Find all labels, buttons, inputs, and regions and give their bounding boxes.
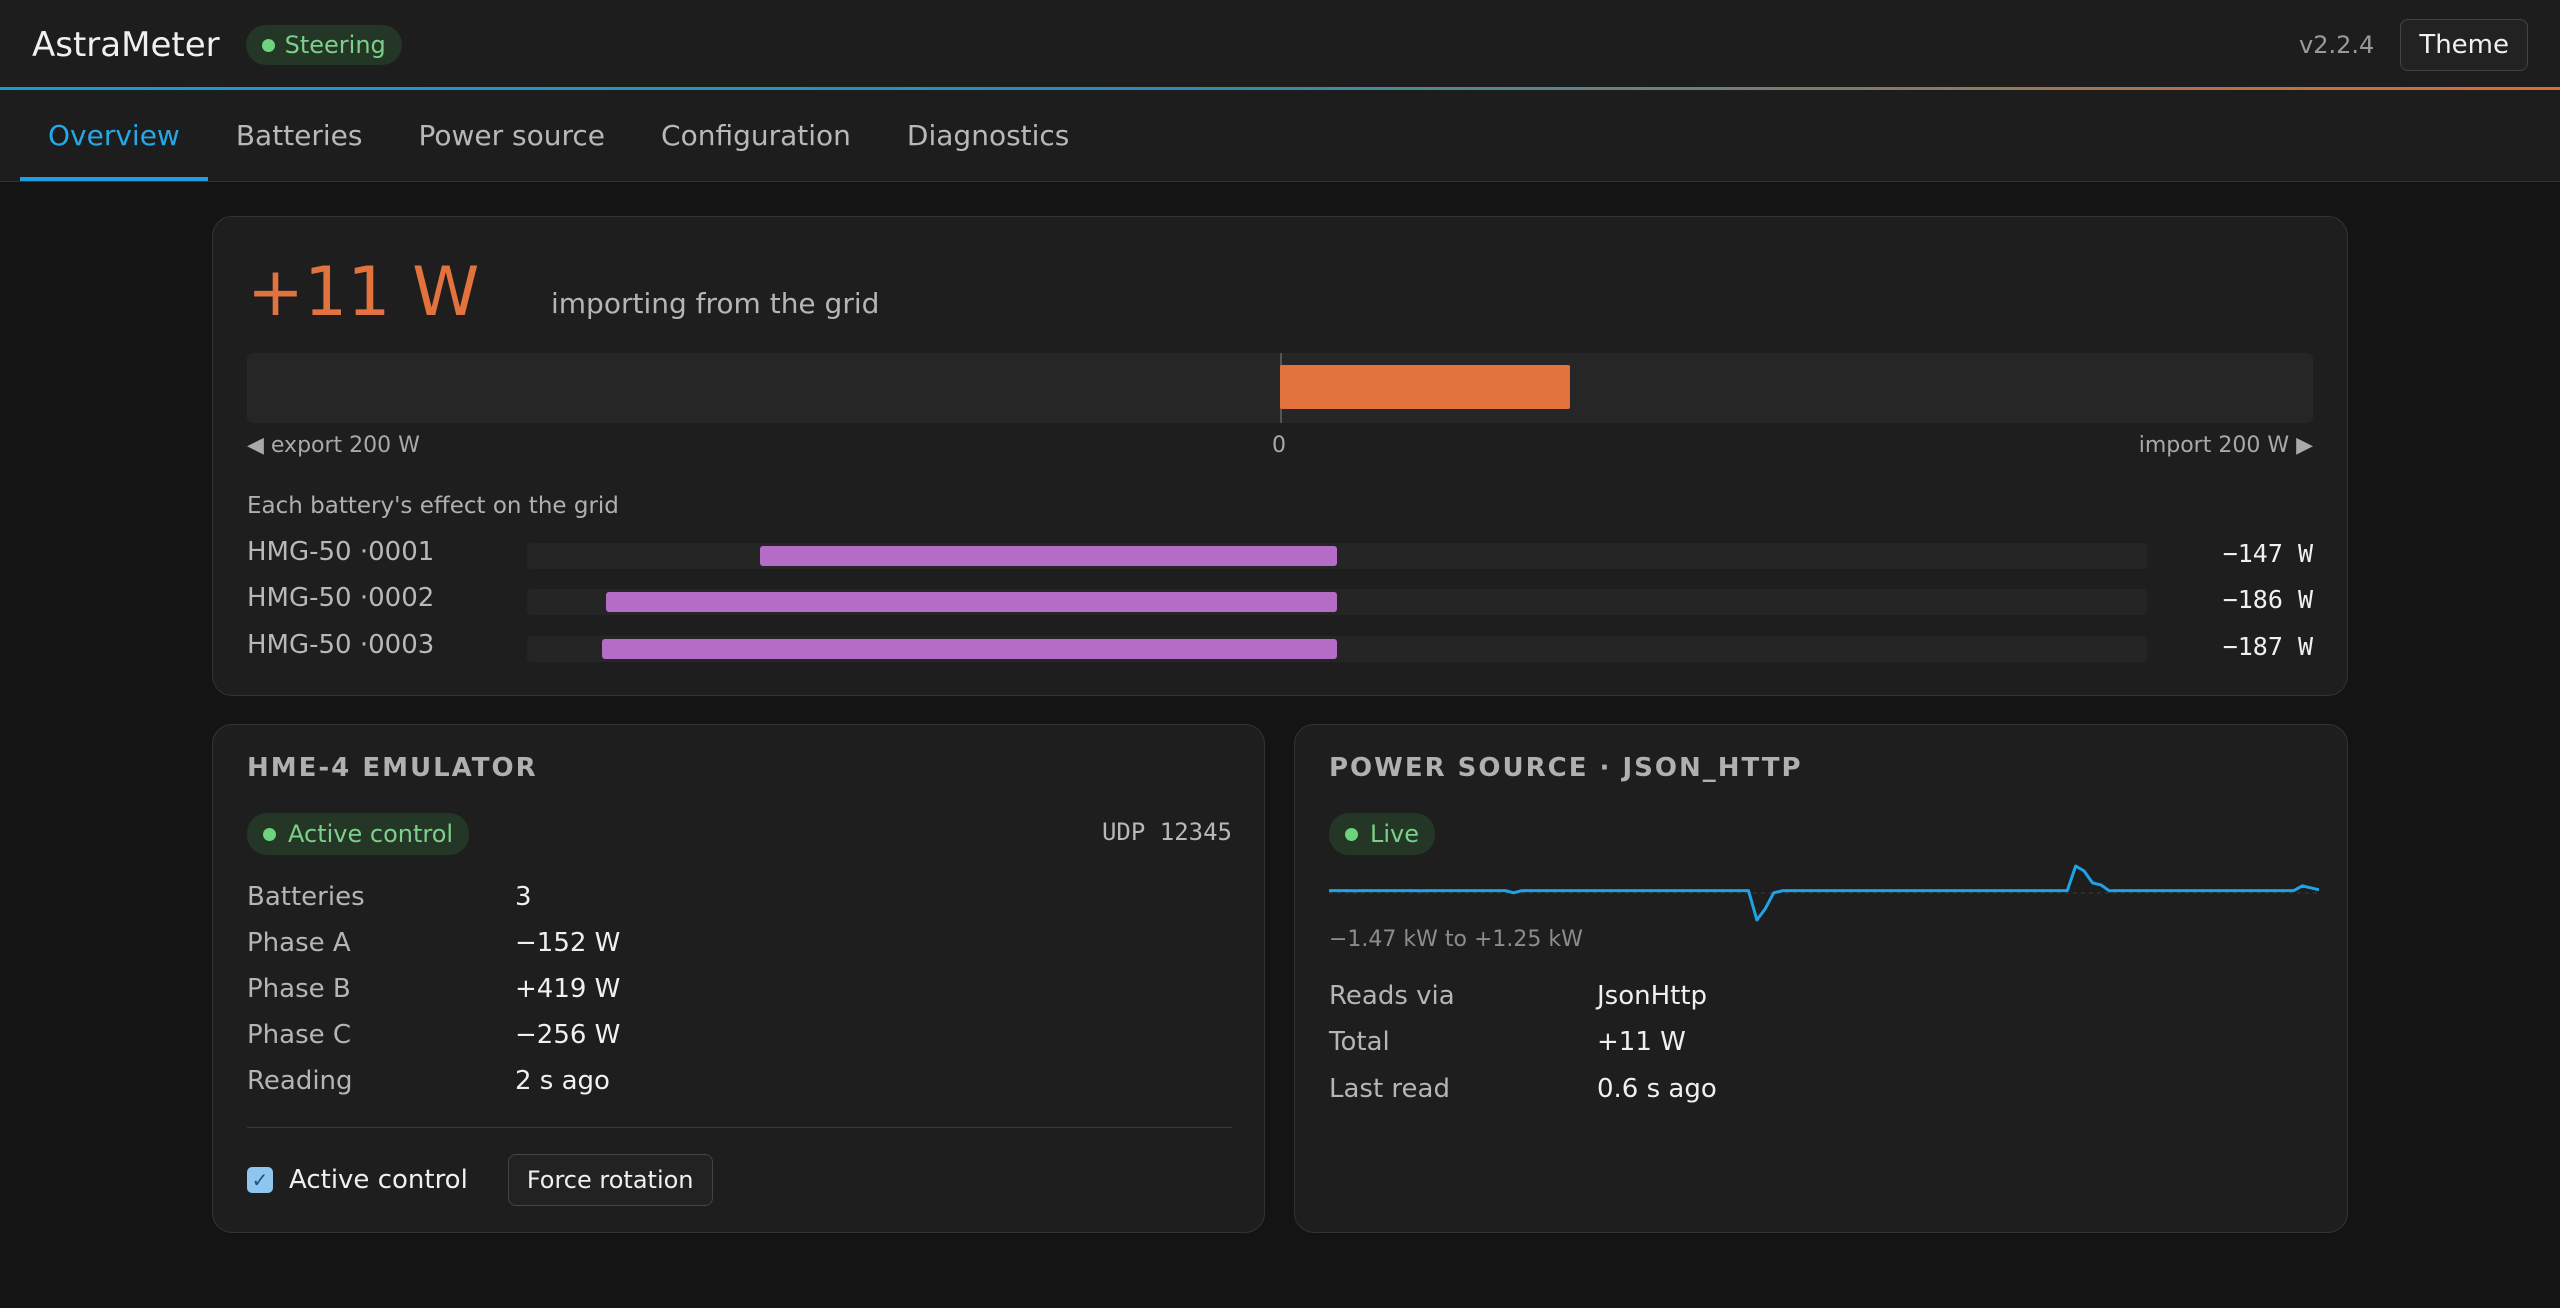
status-dot-icon (1345, 827, 1358, 841)
row-value: 3 (515, 882, 532, 912)
battery-bar-track (527, 636, 2147, 662)
force-rotation-button[interactable]: Force rotation (507, 1154, 713, 1206)
row-value: −256 W (515, 1020, 621, 1050)
app-title: AstraMeter (32, 25, 220, 65)
row-key: Total (1329, 1027, 1390, 1057)
battery-value: −147 W (2222, 539, 2313, 568)
row-key: Batteries (247, 882, 365, 912)
emulator-status-badge: Active control (247, 813, 470, 855)
gauge-export-label: ◀ export 200 W (247, 433, 420, 458)
grid-flow-card: +11 W importing from the grid ◀ export 2… (212, 216, 2348, 696)
power-sparkline (1329, 864, 2319, 922)
top-bar: AstraMeter Steering v2.2.4 Theme (0, 0, 2560, 90)
row-value: 0.6 s ago (1597, 1074, 1717, 1104)
battery-bar-track (527, 543, 2147, 569)
row-key: Last read (1329, 1074, 1450, 1104)
battery-row: HMG-50 ·0002 −186 W (247, 583, 2313, 619)
status-dot-icon (263, 827, 276, 841)
status-dot-icon (261, 38, 275, 52)
tab-overview[interactable]: Overview (20, 90, 208, 181)
row-value: +11 W (1597, 1027, 1686, 1057)
gauge-import-label: import 200 W ▶ (2138, 433, 2313, 458)
gauge-labels: ◀ export 200 W 0 import 200 W ▶ (247, 433, 2313, 463)
mode-badge-label: Steering (284, 31, 386, 59)
row-value: 2 s ago (515, 1066, 610, 1096)
row-value: JsonHttp (1597, 981, 1708, 1011)
battery-name: HMG-50 ·0003 (247, 630, 435, 660)
grid-gauge (247, 353, 2313, 423)
row-key: Phase B (247, 974, 351, 1004)
battery-value: −186 W (2222, 585, 2313, 614)
tab-bar: Overview Batteries Power source Configur… (0, 90, 2560, 182)
power-source-title: POWER SOURCE · JSON_HTTP (1329, 753, 1803, 783)
battery-name: HMG-50 ·0001 (247, 537, 435, 567)
row-key: Phase C (247, 1020, 352, 1050)
row-key: Reads via (1329, 981, 1455, 1011)
sparkline-range-label: −1.47 kW to +1.25 kW (1329, 927, 1583, 952)
battery-row: HMG-50 ·0003 −187 W (247, 630, 2313, 666)
theme-button[interactable]: Theme (2400, 19, 2528, 71)
gauge-import-bar (1280, 365, 1570, 409)
row-value: −152 W (515, 928, 621, 958)
battery-bar-track (527, 589, 2147, 615)
tab-power-source[interactable]: Power source (390, 90, 633, 181)
emulator-status-label: Active control (288, 820, 454, 848)
battery-name: HMG-50 ·0002 (247, 583, 435, 613)
version-label: v2.2.4 (2299, 31, 2375, 59)
tab-configuration[interactable]: Configuration (633, 90, 879, 181)
tab-batteries[interactable]: Batteries (208, 90, 391, 181)
battery-value: −187 W (2222, 632, 2313, 661)
battery-row: HMG-50 ·0001 −147 W (247, 537, 2313, 573)
power-source-status-label: Live (1370, 820, 1420, 848)
battery-bar-fill (606, 592, 1337, 612)
active-control-label[interactable]: Active control (289, 1165, 468, 1195)
mode-badge: Steering (245, 25, 402, 65)
row-value: +419 W (515, 974, 621, 1004)
battery-effect-heading: Each battery's effect on the grid (247, 493, 619, 519)
power-source-card: POWER SOURCE · JSON_HTTP Live −1.47 kW t… (1294, 724, 2348, 1233)
grid-power-description: importing from the grid (551, 287, 880, 320)
gauge-zero-label: 0 (1272, 433, 1286, 458)
checkmark-icon: ✓ (251, 1168, 269, 1192)
control-row: ✓ Active control Force rotation (247, 1154, 713, 1206)
divider (247, 1127, 1232, 1128)
grid-power-value: +11 W (247, 253, 480, 332)
power-source-status-badge: Live (1329, 813, 1436, 855)
active-control-checkbox[interactable]: ✓ (247, 1167, 273, 1193)
emulator-card: HME-4 EMULATOR Active control UDP 12345 … (212, 724, 1265, 1233)
battery-bar-fill (602, 639, 1337, 659)
emulator-title: HME-4 EMULATOR (247, 753, 538, 783)
udp-port-label: UDP 12345 (1101, 818, 1232, 846)
battery-bar-fill (759, 546, 1337, 566)
row-key: Reading (247, 1066, 353, 1096)
tab-diagnostics[interactable]: Diagnostics (879, 90, 1097, 181)
row-key: Phase A (247, 928, 351, 958)
